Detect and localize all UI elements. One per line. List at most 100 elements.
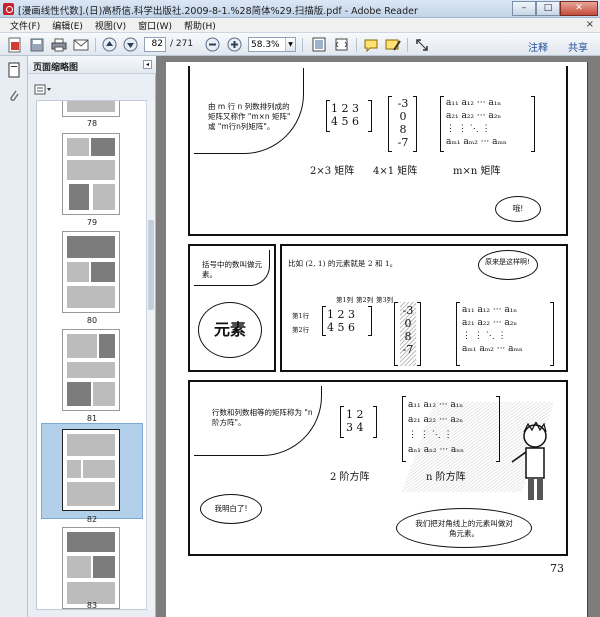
highlight-icon [385,39,401,51]
window-title: [漫画线性代数].(日)高桥信.科学出版社.2009-8-1.%28简体%29.… [18,6,418,17]
fit-page-button[interactable] [310,36,328,53]
next-page-button[interactable] [121,36,139,53]
zoom-in-icon [227,37,241,52]
comic-panel-bottom: 行数和列数相等的矩阵称为 "n 阶方阵"。 1 2 3 4 a₁₁ a₁₂ ··… [188,380,568,556]
zoom-out-button[interactable] [203,36,221,53]
thumbnail-scrollbar[interactable] [146,100,155,610]
column-1-label: 第1列 [336,296,354,304]
matrix-2x3: 1 2 3 4 5 6 [331,102,359,128]
matrix-bracket-left [340,406,344,438]
page-number-input[interactable]: 82 [144,37,166,52]
toolbar-separator [356,38,357,52]
minimize-button[interactable]: – [512,1,536,16]
thumbnail-list[interactable]: 78 79 80 81 82 83 [36,100,148,610]
create-pdf-icon [8,37,21,52]
scrollbar-thumb[interactable] [148,220,154,310]
matrix-bracket-right [531,96,535,152]
print-icon [51,38,67,51]
toolbar-separator [302,38,303,52]
thumbnail-page-80[interactable] [62,231,120,313]
menu-view[interactable]: 视图(V) [89,19,132,32]
matrix-bracket-right [417,302,421,366]
square-matrix-note-bubble: 行数和列数相等的矩阵称为 "n 阶方阵"。 [194,386,322,456]
thumbnail-page-78[interactable] [62,101,120,117]
thumbnail-page-82[interactable] [62,429,120,511]
matrix-bracket-left [402,396,406,462]
matrix-mxn: a₁₁ a₁₂ ··· a₁ₙ a₂₁ a₂₂ ··· a₂ₙ ⋮ ⋮ ⋱ ⋮ … [446,98,507,147]
matrix-bracket-left [440,96,444,152]
zoom-out-icon [205,37,219,52]
previous-page-button[interactable] [100,36,118,53]
create-pdf-button[interactable] [6,36,24,53]
column-3-label: 第3列 [376,296,394,304]
fit-width-icon [334,38,348,51]
zoom-select[interactable]: 58.3% ▼ [248,37,296,52]
print-button[interactable] [50,36,68,53]
thumbnail-page-79[interactable] [62,133,120,215]
diagonal-note-bubble: 我们把对角线上的元素叫做对角元素。 [396,508,532,548]
matrix-mxn-elements: a₁₁ a₁₂ ··· a₁ₙ a₂₁ a₂₂ ··· a₂ₙ ⋮ ⋮ ⋱ ⋮ … [462,305,523,354]
document-view[interactable]: 由 m 行 n 列数排列成的矩阵又称作 "m×n 矩阵" 或 "m行n列矩阵"。… [156,56,600,617]
document-close-button[interactable]: × [586,19,594,30]
fit-width-button[interactable] [332,36,350,53]
chevron-down-icon[interactable]: ▼ [285,38,295,51]
comic-panel-middle-right: 比如 (2, 1) 的元素就是 2 和 1。 原来是这样啊! 第1列 第2列 第… [280,244,568,372]
highlight-button[interactable] [384,36,402,53]
toolbar-separator [95,38,96,52]
expand-button[interactable] [413,36,431,53]
matrix-2x2: 1 2 3 4 [346,408,364,434]
matrix-bracket-right [550,302,554,366]
annotate-button[interactable]: 注释 [528,39,548,54]
matrix-4x1: -3 0 8 -7 [397,97,409,149]
matrix-bracket-right [496,396,500,462]
thumbnail-label-80: 80 [86,316,98,325]
thumbnail-label-83: 83 [86,601,98,610]
toolbar-separator [407,38,408,52]
reply-bubble: 原来是这样啊! [478,250,538,280]
understood-bubble: 我明白了! [200,494,262,524]
pdf-page: 由 m 行 n 列数排列成的矩阵又称作 "m×n 矩阵" 或 "m行n列矩阵"。… [166,62,588,617]
email-icon [73,39,89,50]
menu-file[interactable]: 文件(F) [4,19,46,32]
thumbnail-page-81[interactable] [62,329,120,411]
menu-help[interactable]: 帮助(H) [178,19,222,32]
definition-text: 由 m 行 n 列数排列成的矩阵又称作 "m×n 矩阵" 或 "m行n列矩阵"。 [208,102,291,131]
exclaim-bubble: 哦! [495,196,541,222]
zoom-value: 58.3% [251,40,280,50]
page-thumbnails-icon[interactable] [6,62,22,78]
matrix-bracket-right [368,306,372,336]
matrix-4x1-elements: -3 0 8 -7 [402,304,414,356]
row-1-label: 第1行 [292,312,310,320]
label-2nd-order-square: 2 阶方阵 [330,472,370,483]
label-4x1-matrix: 4×1 矩阵 [373,166,418,177]
menu-window[interactable]: 窗口(W) [132,19,178,32]
comic-panel-top: 由 m 行 n 列数排列成的矩阵又称作 "m×n 矩阵" 或 "m行n列矩阵"。… [188,66,568,236]
panel-header: 页面缩略图 ◂ [28,56,156,74]
page-total-label: / 271 [170,39,194,49]
arrow-up-icon [102,37,116,52]
element-note-bubble: 括号中的数叫做元素。 [194,250,270,286]
thumbnail-label-78: 78 [86,119,98,128]
close-button[interactable]: ✕ [560,1,598,16]
paperclip-icon[interactable] [6,88,22,104]
maximize-button[interactable]: □ [536,1,560,16]
menu-edit[interactable]: 编辑(E) [46,19,89,32]
email-button[interactable] [72,36,90,53]
matrix-bracket-right [413,96,417,152]
options-menu-icon[interactable] [34,84,52,96]
thumbnail-page-83[interactable] [62,527,120,609]
comment-button[interactable] [362,36,380,53]
zoom-in-button[interactable] [225,36,243,53]
save-button[interactable] [28,36,46,53]
title-bar: [漫画线性代数].(日)高桥信.科学出版社.2009-8-1.%28简体%29.… [0,0,600,18]
matrix-bracket-left [322,306,326,336]
collapse-panel-button[interactable]: ◂ [143,60,152,69]
adobe-reader-icon [3,3,14,15]
thumbnail-label-81: 81 [86,414,98,423]
thumbnails-panel: 页面缩略图 ◂ 78 79 80 81 82 83 [28,56,156,617]
panel-title: 页面缩略图 [33,63,79,73]
share-button[interactable]: 共享 [568,39,588,54]
character-illustration [511,422,547,500]
matrix-nxn: a₁₁ a₁₂ ··· a₁ₙ a₂₁ a₂₂ ··· a₂ₙ ⋮ ⋮ ⋱ ⋮ … [408,400,465,455]
matrix-bracket-left [456,302,460,366]
